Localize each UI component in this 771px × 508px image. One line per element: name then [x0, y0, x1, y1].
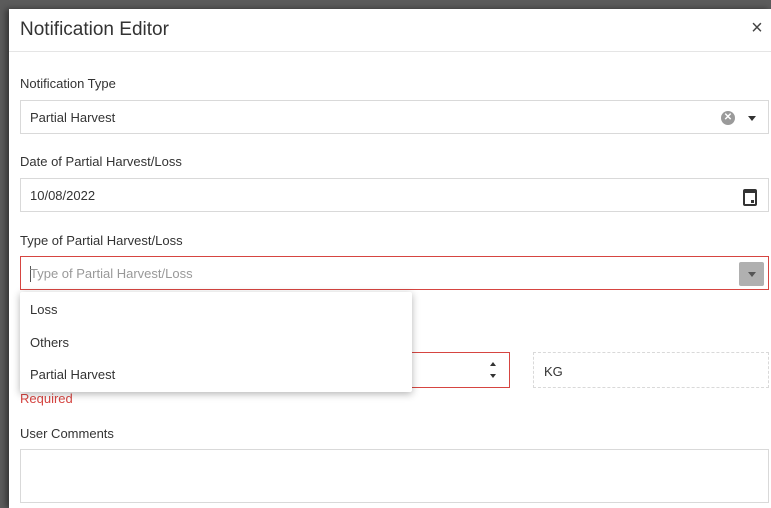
- harvest-type-placeholder: Type of Partial Harvest/Loss: [30, 266, 193, 281]
- date-label: Date of Partial Harvest/Loss: [20, 154, 182, 169]
- comments-textarea[interactable]: [20, 449, 769, 503]
- unit-value: KG: [544, 364, 563, 379]
- harvest-type-dropdown: Loss Others Partial Harvest: [20, 292, 412, 392]
- dialog-title: Notification Editor: [20, 19, 169, 40]
- harvest-type-select[interactable]: Type of Partial Harvest/Loss: [20, 256, 769, 290]
- dialog-header: Notification Editor ×: [9, 9, 771, 52]
- option-label: Loss: [30, 302, 58, 317]
- unit-field: KG: [533, 352, 769, 388]
- notification-type-label: Notification Type: [20, 76, 116, 91]
- required-error: Required: [20, 391, 73, 406]
- notification-type-select[interactable]: Partial Harvest ✕: [20, 100, 769, 134]
- date-input[interactable]: 10/08/2022: [20, 178, 769, 212]
- dropdown-option-others[interactable]: Others: [20, 326, 412, 358]
- option-label: Partial Harvest: [30, 367, 116, 382]
- notification-editor-dialog: Notification Editor × Notification Type …: [9, 9, 771, 508]
- calendar-icon[interactable]: [743, 189, 757, 206]
- close-icon[interactable]: ×: [747, 17, 767, 39]
- comments-label: User Comments: [20, 426, 114, 441]
- caret-down-icon[interactable]: [748, 116, 756, 121]
- clear-circle-icon[interactable]: ✕: [721, 111, 735, 125]
- spinner-up-icon[interactable]: [490, 362, 496, 366]
- caret-down-icon: [748, 272, 756, 277]
- notification-type-value: Partial Harvest: [30, 110, 116, 125]
- spinner-down-icon[interactable]: [490, 374, 496, 378]
- date-value: 10/08/2022: [30, 188, 96, 203]
- dropdown-option-partial-harvest[interactable]: Partial Harvest: [20, 358, 412, 390]
- harvest-type-label: Type of Partial Harvest/Loss: [20, 233, 183, 248]
- option-label: Others: [30, 335, 70, 350]
- dropdown-option-loss[interactable]: Loss: [20, 293, 412, 325]
- dropdown-button[interactable]: [739, 262, 764, 286]
